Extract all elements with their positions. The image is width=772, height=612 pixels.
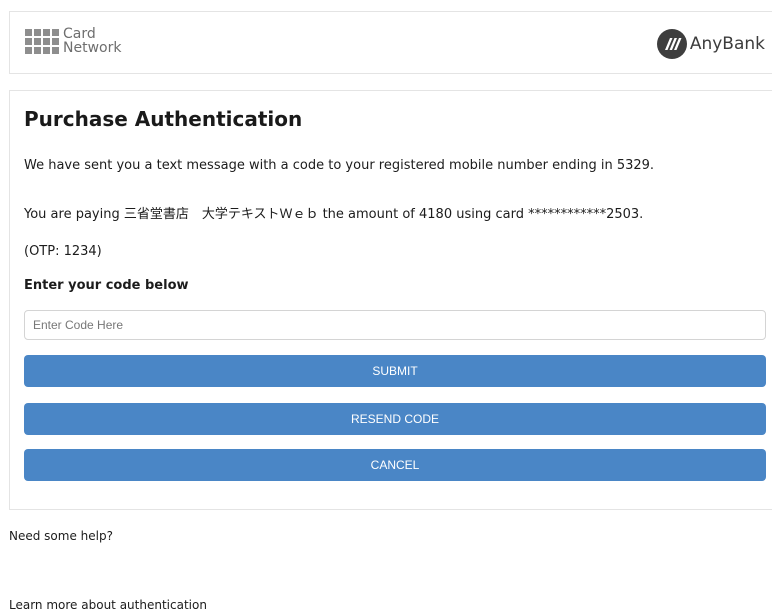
card-network-name: Card Network	[63, 27, 121, 55]
anybank-stripes-icon	[656, 29, 687, 59]
sent-message: We have sent you a text message with a c…	[24, 158, 655, 173]
card-network-name-line2: Network	[63, 40, 122, 56]
authentication-panel: Purchase Authentication We have sent you…	[9, 90, 772, 510]
card-network-name-line1: Card	[63, 26, 96, 42]
code-label: Enter your code below	[24, 278, 189, 293]
cancel-button[interactable]: CANCEL	[24, 449, 766, 481]
card-network-logo: Card Network	[25, 27, 121, 55]
resend-code-button[interactable]: RESEND CODE	[24, 403, 766, 435]
code-input[interactable]	[24, 310, 766, 340]
submit-button[interactable]: SUBMIT	[24, 355, 766, 387]
merchant-header: Card Network AnyBank	[9, 11, 772, 74]
page-title: Purchase Authentication	[24, 107, 303, 131]
grid-logo-icon	[25, 28, 59, 54]
otp-hint: (OTP: 1234)	[24, 244, 102, 259]
bank-logo: AnyBank	[656, 29, 765, 59]
help-link[interactable]: Need some help?	[9, 529, 113, 543]
payment-message: You are paying 三省堂書店 大学テキストＷｅｂ the amoun…	[24, 207, 644, 222]
bank-name: AnyBank	[689, 34, 765, 54]
